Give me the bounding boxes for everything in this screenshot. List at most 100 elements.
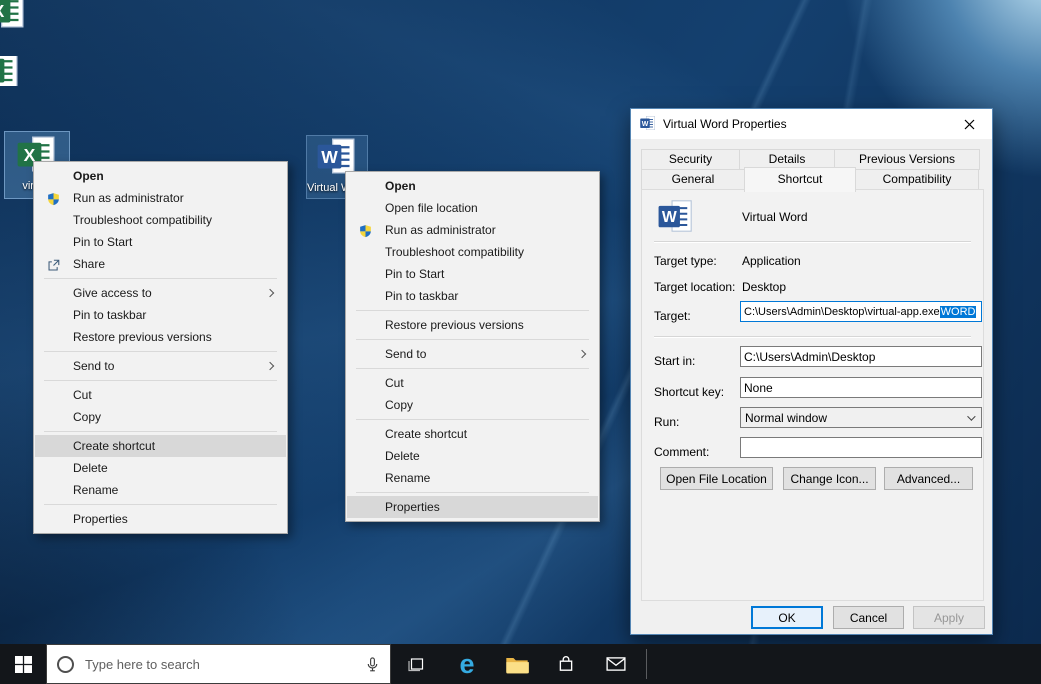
menu-item-pin-to-taskbar[interactable]: Pin to taskbar [347,285,598,307]
menu-item-troubleshoot-compatibility[interactable]: Troubleshoot compatibility [35,209,286,231]
menu-item-open-file-location[interactable]: Open file location [347,197,598,219]
excel-icon: X [0,0,26,28]
shortcut-key-label: Shortcut key: [654,385,724,399]
search-placeholder: Type here to search [85,657,200,672]
menu-item-label: Cut [385,376,404,390]
menu-separator [44,380,277,381]
apply-button[interactable]: Apply [913,606,985,629]
menu-item-restore-previous-versions[interactable]: Restore previous versions [35,326,286,348]
menu-item-label: Send to [385,347,426,361]
menu-separator [356,310,589,311]
menu-item-pin-to-start[interactable]: Pin to Start [347,263,598,285]
tab-general[interactable]: General [641,169,745,190]
target-type-label: Target type: [654,254,717,268]
ok-button[interactable]: OK [751,606,823,629]
menu-item-label: Create shortcut [73,439,155,453]
submenu-arrow-icon [578,350,586,358]
menu-item-label: Restore previous versions [385,318,524,332]
menu-item-cut[interactable]: Cut [35,384,286,406]
menu-item-label: Run as administrator [73,191,184,205]
word-icon-large: W [658,198,694,237]
microphone-icon[interactable] [365,656,380,673]
task-view-button[interactable] [395,644,439,684]
menu-item-properties[interactable]: Properties [35,508,286,530]
tab-security[interactable]: Security [641,149,740,170]
menu-item-label: Create shortcut [385,427,467,441]
close-button[interactable] [947,109,992,139]
partial-desktop-icon[interactable]: X [0,0,30,28]
menu-item-label: Copy [385,398,413,412]
change-icon-button[interactable]: Change Icon... [783,467,876,490]
dialog-titlebar[interactable]: W Virtual Word Properties [631,109,992,139]
open-file-location-button[interactable]: Open File Location [660,467,773,490]
divider [654,336,971,338]
menu-item-label: Rename [385,471,430,485]
cancel-button[interactable]: Cancel [833,606,904,629]
menu-item-label: Delete [385,449,420,463]
target-input[interactable]: C:\Users\Admin\Desktop\virtual-app.exe W… [740,301,982,322]
menu-item-label: Properties [385,500,440,514]
menu-item-label: Restore previous versions [73,330,212,344]
menu-item-copy[interactable]: Copy [347,394,598,416]
svg-text:W: W [662,209,677,226]
start-in-input[interactable]: C:\Users\Admin\Desktop [740,346,982,367]
menu-separator [356,492,589,493]
menu-item-troubleshoot-compatibility[interactable]: Troubleshoot compatibility [347,241,598,263]
menu-item-cut[interactable]: Cut [347,372,598,394]
shortcut-key-value: None [744,381,773,395]
start-button[interactable] [0,644,46,684]
menu-item-open[interactable]: Open [35,165,286,187]
windows-logo-icon [15,656,32,673]
menu-item-label: Open file location [385,201,478,215]
menu-item-rename[interactable]: Rename [347,467,598,489]
search-input[interactable]: Type here to search [46,644,391,684]
partial-desktop-icon[interactable]: X [0,56,24,86]
menu-item-open[interactable]: Open [347,175,598,197]
target-location-value: Desktop [742,280,786,294]
shortcut-key-input[interactable]: None [740,377,982,398]
uac-shield-icon [47,191,61,205]
menu-separator [44,431,277,432]
divider [654,241,971,243]
menu-item-rename[interactable]: Rename [35,479,286,501]
menu-item-share[interactable]: Share [35,253,286,275]
menu-item-create-shortcut[interactable]: Create shortcut [347,423,598,445]
menu-item-label: Share [73,257,105,271]
submenu-arrow-icon [266,362,274,370]
menu-item-send-to[interactable]: Send to [347,343,598,365]
advanced-button[interactable]: Advanced... [884,467,973,490]
menu-item-pin-to-start[interactable]: Pin to Start [35,231,286,253]
menu-item-restore-previous-versions[interactable]: Restore previous versions [347,314,598,336]
excel-icon: X [0,56,20,86]
menu-item-pin-to-taskbar[interactable]: Pin to taskbar [35,304,286,326]
menu-item-run-as-administrator[interactable]: Run as administrator [35,187,286,209]
menu-item-label: Cut [73,388,92,402]
menu-item-run-as-administrator[interactable]: Run as administrator [347,219,598,241]
mail-envelope-icon [606,656,626,672]
file-explorer-button[interactable] [495,644,539,684]
menu-separator [356,419,589,420]
svg-text:W: W [321,147,338,167]
comment-input[interactable] [740,437,982,458]
mail-button[interactable] [594,644,638,684]
tab-compatibility[interactable]: Compatibility [855,169,979,190]
menu-item-properties[interactable]: Properties [347,496,598,518]
menu-item-copy[interactable]: Copy [35,406,286,428]
edge-browser-button[interactable]: e [445,644,489,684]
menu-item-send-to[interactable]: Send to [35,355,286,377]
share-icon [47,257,61,271]
store-button[interactable] [544,644,588,684]
menu-item-delete[interactable]: Delete [347,445,598,467]
menu-item-label: Pin to Start [73,235,132,249]
start-in-label: Start in: [654,354,695,368]
menu-item-delete[interactable]: Delete [35,457,286,479]
run-dropdown[interactable]: Normal window [740,407,982,428]
run-label: Run: [654,415,679,429]
menu-item-create-shortcut[interactable]: Create shortcut [35,435,286,457]
tab-shortcut[interactable]: Shortcut [744,167,856,192]
context-menu-word-shortcut: Open Open file location Run as administra… [345,171,600,522]
close-icon [964,119,975,130]
run-value: Normal window [745,411,827,425]
menu-separator [44,351,277,352]
menu-item-give-access-to[interactable]: Give access to [35,282,286,304]
